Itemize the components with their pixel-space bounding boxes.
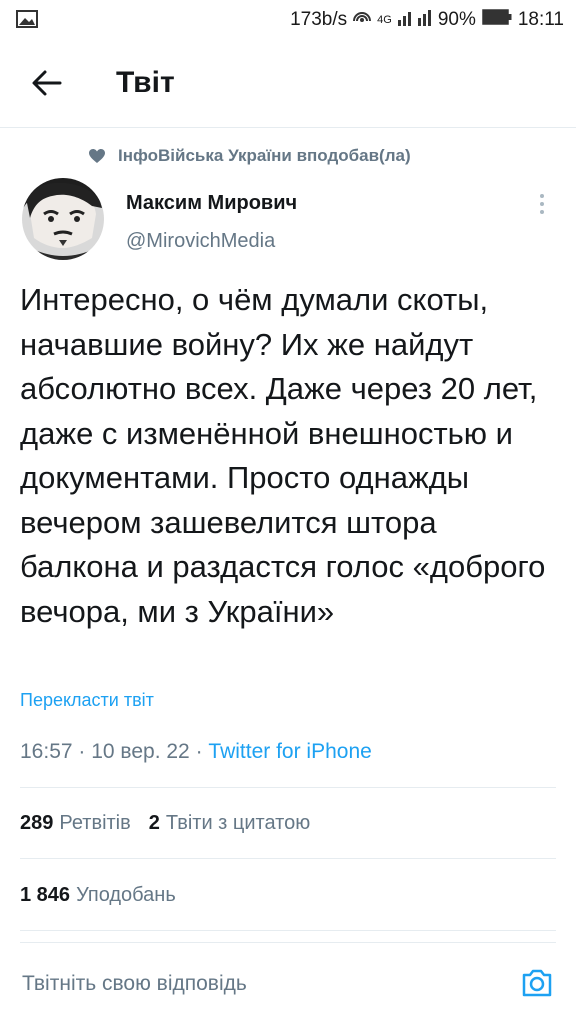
back-button[interactable]	[30, 66, 64, 100]
camera-icon	[522, 969, 552, 997]
gallery-icon	[16, 10, 38, 34]
more-vertical-icon	[540, 194, 544, 214]
tweet-source[interactable]: Twitter for iPhone	[208, 740, 371, 763]
network-type: 4G	[377, 14, 392, 26]
social-context-text: ІнфоВійська України вподобав(ла)	[118, 146, 411, 165]
hotspot-icon	[353, 8, 372, 32]
network-speed: 173b/s	[290, 9, 348, 30]
retweets-label[interactable]: Ретвітів	[59, 812, 130, 835]
retweets-count[interactable]: 289	[20, 812, 53, 835]
social-context[interactable]: ІнфоВійська України вподобав(ла)	[88, 146, 411, 166]
likes-label[interactable]: Уподобань	[76, 884, 176, 907]
status-bar: 173b/s 4G 90% 18:11	[0, 0, 576, 40]
divider	[20, 942, 556, 943]
battery-icon	[482, 9, 512, 31]
likes-count[interactable]: 1 846	[20, 884, 70, 907]
battery-percent: 90%	[437, 9, 476, 30]
divider	[0, 127, 576, 128]
tweet-meta: 16:57 · 10 вер. 22 · Twitter for iPhone	[20, 740, 372, 763]
like-stats: 1 846 Уподобань	[20, 884, 176, 907]
translate-link[interactable]: Перекласти твіт	[20, 690, 154, 711]
arrow-left-icon	[32, 70, 62, 96]
reply-input[interactable]: Твітніть свою відповідь	[22, 972, 247, 996]
author-name[interactable]: Максим Мирович	[126, 192, 297, 215]
camera-button[interactable]	[520, 966, 554, 1000]
divider	[20, 787, 556, 788]
more-options-button[interactable]	[536, 190, 548, 220]
heart-icon	[89, 149, 105, 163]
retweet-stats: 289 Ретвітів 2 Твіти з цитатою	[20, 812, 310, 835]
divider	[20, 930, 556, 931]
signal-icon	[397, 8, 432, 32]
app-bar: Твіт	[0, 44, 576, 126]
avatar[interactable]	[22, 178, 104, 260]
tweet-text: Интересно, о чём думали скоты, начавшие …	[20, 282, 546, 629]
quotes-count[interactable]: 2	[149, 812, 160, 835]
divider	[20, 858, 556, 859]
clock: 18:11	[517, 9, 564, 30]
status-indicators: 173b/s 4G 90% 18:11	[290, 8, 564, 32]
page-title: Твіт	[116, 66, 175, 99]
tweet-date: 10 вер. 22	[91, 740, 190, 763]
quotes-label[interactable]: Твіти з цитатою	[166, 812, 310, 835]
tweet-time: 16:57	[20, 740, 73, 763]
author-handle[interactable]: @MirovichMedia	[126, 230, 275, 253]
